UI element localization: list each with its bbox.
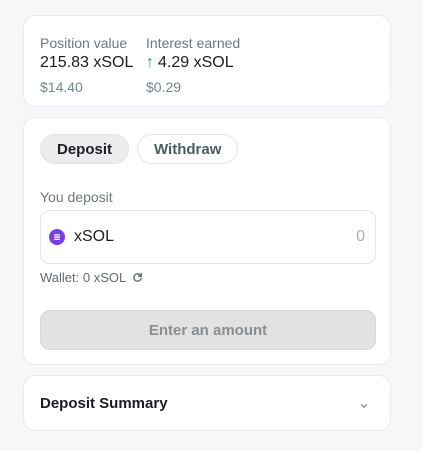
refresh-icon[interactable]: [132, 272, 143, 283]
arrow-up-icon: ↑: [146, 54, 154, 71]
wallet-balance: Wallet: 0 xSOL: [40, 270, 127, 285]
wallet-balance-row: Wallet: 0 xSOL: [40, 270, 143, 285]
deposit-card: Deposit Withdraw You deposit xSOL Wallet…: [23, 117, 391, 365]
interest-earned-stat: Interest earned ↑ 4.29 xSOL $0.29: [146, 35, 240, 95]
position-card: Position value 215.83 xSOL $14.40 Intere…: [23, 15, 391, 107]
position-value-label: Position value: [40, 35, 128, 51]
deposit-summary-toggle[interactable]: Deposit Summary: [23, 375, 391, 431]
deposit-withdraw-tabs: Deposit Withdraw: [40, 134, 239, 164]
tab-deposit[interactable]: Deposit: [40, 134, 130, 164]
tab-withdraw[interactable]: Withdraw: [137, 134, 239, 164]
position-value-amount: 215.83 xSOL: [40, 54, 134, 71]
position-value-usd: $14.40: [40, 79, 83, 95]
interest-earned-label: Interest earned: [146, 35, 241, 51]
interest-earned-usd: $0.29: [146, 79, 182, 95]
chevron-down-icon[interactable]: [359, 398, 369, 416]
enter-amount-button[interactable]: Enter an amount: [40, 310, 376, 350]
interest-earned-value: ↑ 4.29 xSOL: [146, 53, 240, 73]
xsol-token-icon: [49, 229, 65, 245]
interest-earned-amount: 4.29 xSOL: [158, 54, 234, 71]
position-value-stat: Position value 215.83 xSOL $14.40: [40, 35, 133, 95]
deposit-amount-box[interactable]: xSOL: [40, 210, 376, 264]
token-name[interactable]: xSOL: [74, 228, 114, 246]
deposit-amount-input[interactable]: [245, 228, 365, 246]
you-deposit-label: You deposit: [40, 189, 113, 205]
deposit-summary-title: Deposit Summary: [40, 395, 168, 412]
